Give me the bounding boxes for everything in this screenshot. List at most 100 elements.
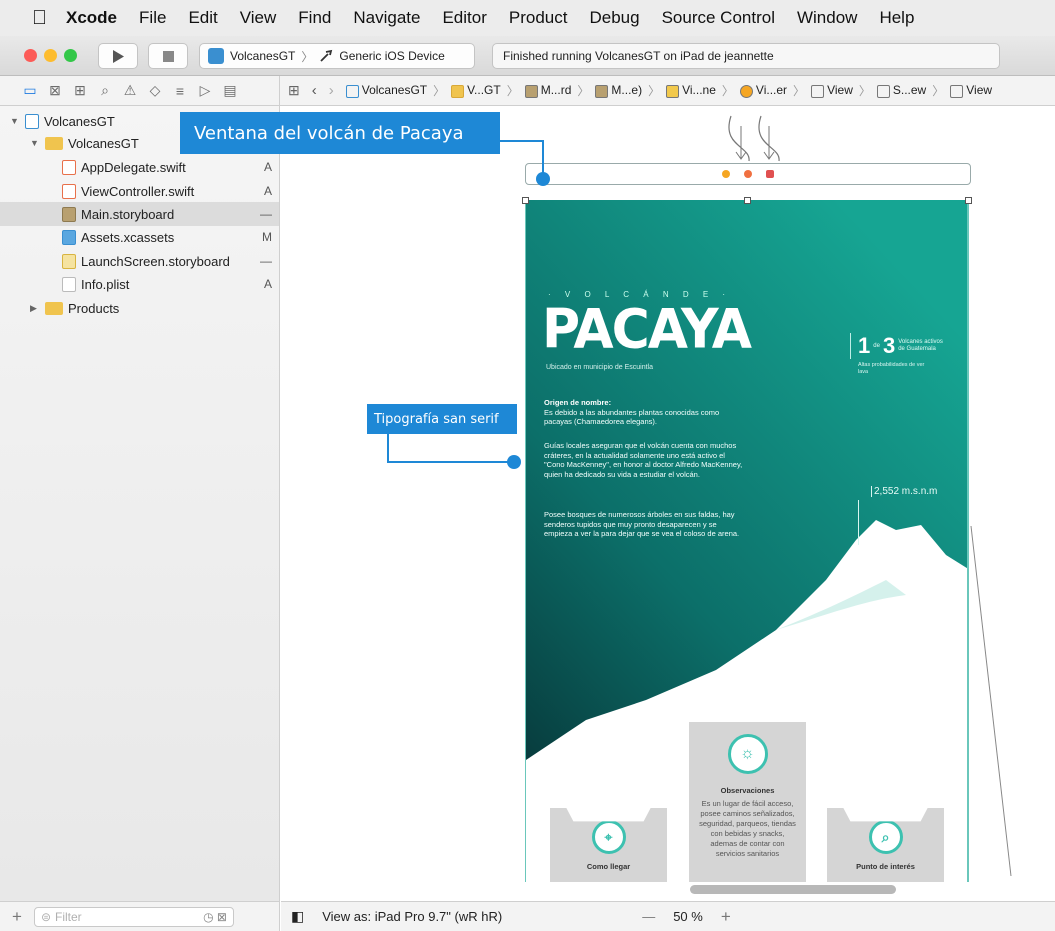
- zoom-in-button[interactable]: +: [721, 907, 731, 927]
- tree-item-main-storyboard[interactable]: Main.storyboard —: [62, 203, 272, 225]
- location-pin-icon: ⌖: [591, 820, 626, 854]
- run-button[interactable]: [98, 43, 138, 69]
- activity-status: Finished running VolcanesGT on iPad de j…: [492, 43, 1000, 69]
- menu-help[interactable]: Help: [879, 8, 914, 28]
- jump-item-storyboard[interactable]: M...rd: [524, 83, 571, 98]
- stat-divider: [850, 333, 851, 359]
- project-navigator-icon[interactable]: ▭: [22, 82, 38, 99]
- menu-view[interactable]: View: [240, 8, 277, 28]
- zoom-window-button[interactable]: [64, 49, 77, 62]
- report-navigator-icon[interactable]: ▤: [222, 82, 238, 99]
- first-responder-icon[interactable]: [744, 170, 752, 178]
- resize-handle[interactable]: [522, 197, 529, 204]
- stat-label: Volcanes activos de Guatemala: [898, 339, 943, 352]
- altitude-label: 2,552 m.s.n.m: [871, 486, 938, 497]
- disclosure-open-icon[interactable]: ▼: [10, 116, 20, 126]
- menu-source-control[interactable]: Source Control: [662, 8, 775, 28]
- add-icon[interactable]: +: [12, 907, 22, 927]
- app-icon: [208, 48, 224, 64]
- scm-status-badge: A: [263, 160, 272, 174]
- view-controller-icon[interactable]: [722, 170, 730, 178]
- view-as-device[interactable]: View as: iPad Pro 9.7" (wR hR): [322, 909, 502, 924]
- observations-card[interactable]: ☼ Observaciones Es un lugar de fácil acc…: [689, 722, 806, 882]
- filter-placeholder: Filter: [55, 909, 82, 924]
- apple-menu-icon[interactable]: : [32, 7, 66, 30]
- tree-item-assets[interactable]: Assets.xcassets M: [62, 226, 272, 248]
- tree-item-products[interactable]: ▶ Products: [30, 297, 272, 319]
- jump-item-storyboard-base[interactable]: M...e): [595, 83, 642, 98]
- tree-item-infoplist[interactable]: Info.plist A: [62, 273, 272, 295]
- jump-item-scrollview[interactable]: S...ew: [876, 83, 926, 98]
- source-control-navigator-icon[interactable]: ⊠: [47, 82, 63, 99]
- scm-status-badge: —: [260, 254, 272, 268]
- symbol-navigator-icon[interactable]: ⊞: [72, 82, 88, 99]
- disclosure-closed-icon[interactable]: ▶: [30, 303, 40, 314]
- menu-navigate[interactable]: Navigate: [353, 8, 420, 28]
- tree-item-label: Products: [68, 300, 120, 316]
- document-outline-toggle-icon[interactable]: ◧: [291, 908, 304, 925]
- menu-edit[interactable]: Edit: [188, 8, 217, 28]
- annotation-leader-line: [387, 461, 513, 463]
- jump-item-group[interactable]: V...GT: [451, 83, 501, 98]
- menu-find[interactable]: Find: [298, 8, 331, 28]
- debug-navigator-icon[interactable]: ≡: [172, 83, 188, 99]
- recent-files-icon[interactable]: ◷ ⊠: [203, 910, 227, 924]
- tree-item-launchscreen[interactable]: LaunchScreen.storyboard —: [62, 250, 272, 272]
- related-items-icon[interactable]: ⊞: [288, 82, 300, 99]
- altitude-text: 2,552 m.s.n.m: [871, 486, 938, 497]
- asset-catalog-icon: [62, 229, 76, 245]
- scm-status-badge: M: [262, 230, 272, 244]
- origin-paragraph: Origen de nombre: Es debido a las abunda…: [544, 398, 744, 427]
- menu-bar:  Xcode File Edit View Find Navigate Edi…: [0, 0, 1055, 36]
- zoom-out-button[interactable]: —: [642, 909, 655, 924]
- stat-number-1: 1: [858, 333, 871, 358]
- resize-handle[interactable]: [744, 197, 751, 204]
- menu-window[interactable]: Window: [797, 8, 857, 28]
- observations-title: Observaciones: [720, 786, 775, 795]
- folder-icon: [45, 301, 63, 315]
- horizontal-scrollbar[interactable]: [690, 885, 896, 894]
- tree-item-viewcontroller[interactable]: ViewController.swift A: [62, 180, 272, 202]
- menu-product[interactable]: Product: [509, 8, 568, 28]
- forest-text: Posee bosques de numerosos árboles en su…: [544, 510, 740, 539]
- scene-title: PACAYA: [542, 298, 752, 361]
- close-window-button[interactable]: [24, 49, 37, 62]
- stat-number-2: 3: [882, 333, 896, 358]
- jump-item-subview[interactable]: View: [950, 83, 992, 98]
- resize-handle[interactable]: [965, 197, 972, 204]
- observations-text: Es un lugar de fácil acceso, posee camin…: [699, 799, 796, 858]
- jump-item-view[interactable]: View: [811, 83, 853, 98]
- point-of-interest-title: Punto de interés: [856, 862, 915, 871]
- menu-file[interactable]: File: [139, 8, 166, 28]
- altitude-marker: [858, 500, 859, 545]
- project-icon: [25, 113, 39, 129]
- scene-subtitle: Ubicado en municipio de Escuintla: [546, 364, 654, 371]
- jump-item-scene[interactable]: Vi...ne: [666, 83, 716, 98]
- guides-text: Guías locales aseguran que el volcán cue…: [544, 441, 743, 479]
- disclosure-open-icon[interactable]: ▼: [30, 138, 40, 148]
- volcano-stat: 1 de 3 Volcanes activos de Guatemala: [850, 333, 948, 359]
- jump-item-controller[interactable]: Vi...er: [739, 83, 787, 98]
- forward-arrow-icon[interactable]: ›: [329, 82, 334, 99]
- status-text: Finished running VolcanesGT on iPad de j…: [503, 49, 774, 63]
- filter-field[interactable]: ⊜ Filter ◷ ⊠: [33, 906, 234, 927]
- scheme-selector[interactable]: VolcanesGT 〉 Generic iOS Device: [199, 43, 475, 69]
- scene-dock[interactable]: [525, 163, 971, 185]
- jump-item-project[interactable]: VolcanesGT: [345, 83, 427, 98]
- annotation-leader-line: [500, 140, 544, 142]
- tree-item-label: Assets.xcassets: [81, 229, 175, 245]
- menu-editor[interactable]: Editor: [442, 8, 486, 28]
- menu-xcode[interactable]: Xcode: [66, 8, 117, 28]
- minimize-window-button[interactable]: [44, 49, 57, 62]
- tree-item-appdelegate[interactable]: AppDelegate.swift A: [62, 156, 272, 178]
- tree-item-label: Info.plist: [81, 276, 130, 292]
- test-navigator-icon[interactable]: ◇: [147, 82, 163, 99]
- issue-navigator-icon[interactable]: ⚠: [122, 82, 138, 99]
- exit-icon[interactable]: [766, 170, 774, 178]
- back-arrow-icon[interactable]: ‹: [312, 82, 317, 99]
- stop-button[interactable]: [148, 43, 188, 69]
- find-navigator-icon[interactable]: ⌕: [97, 82, 113, 99]
- breakpoint-navigator-icon[interactable]: ▷: [197, 82, 213, 99]
- menu-debug[interactable]: Debug: [589, 8, 639, 28]
- swift-file-icon: [62, 159, 76, 175]
